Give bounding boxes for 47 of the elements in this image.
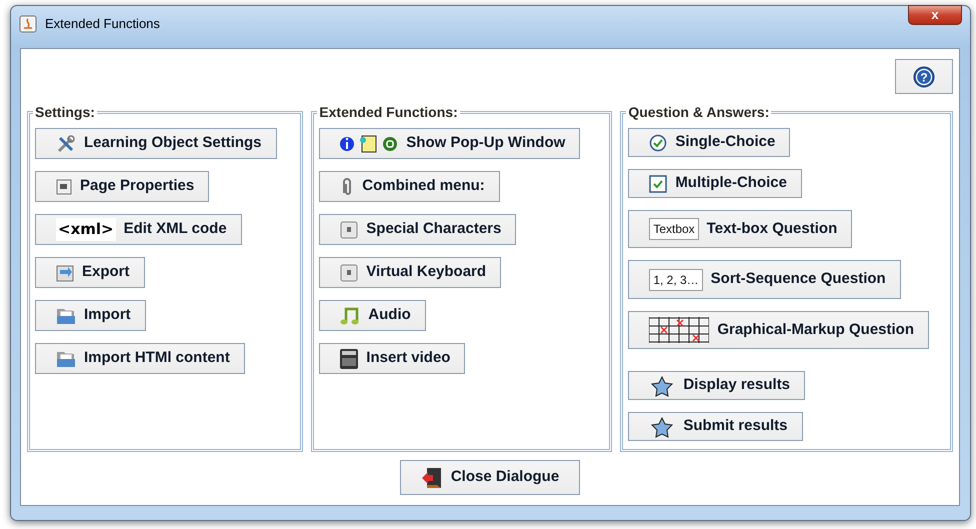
function-button[interactable]: Virtual Keyboard: [319, 257, 502, 288]
group-title: Question & Answers:: [626, 104, 772, 120]
key-icon: [340, 264, 358, 282]
function-button[interactable]: Single-Choice: [628, 128, 790, 158]
page-icon: [56, 178, 72, 194]
function-button[interactable]: Export: [35, 257, 145, 288]
function-button[interactable]: Show Pop-Up Window: [319, 128, 580, 159]
help-icon: ?: [913, 66, 935, 88]
function-button[interactable]: Page Properties: [35, 171, 210, 202]
function-button[interactable]: Import HTMl content: [35, 343, 245, 374]
function-button[interactable]: <xml> Edit XML code: [35, 214, 242, 245]
group-title: Extended Functions:: [317, 104, 460, 120]
textbox-icon: 1, 2, 3…: [649, 268, 703, 291]
exit-door-icon: [420, 466, 443, 488]
window-title: Extended Functions: [45, 15, 160, 34]
star-icon: [649, 416, 676, 438]
tools-icon: [56, 134, 76, 154]
group-title: Settings:: [33, 104, 97, 120]
function-button[interactable]: Textbox Text-box Question: [628, 210, 852, 248]
function-button[interactable]: Display results: [628, 371, 806, 400]
checkbox-icon: [649, 174, 668, 193]
radio-check-icon: [649, 134, 668, 152]
folder-icon: [56, 350, 76, 368]
textbox-icon: Textbox: [649, 218, 699, 240]
app-icon: [19, 15, 37, 33]
close-button[interactable]: x: [908, 5, 962, 25]
function-button[interactable]: Learning Object Settings: [35, 128, 277, 159]
function-button[interactable]: Multiple-Choice: [628, 169, 802, 198]
function-button[interactable]: Insert video: [319, 343, 466, 374]
folder-icon: [56, 306, 76, 324]
grid-icon: [649, 316, 710, 343]
popup-icons: [340, 134, 398, 154]
key-icon: [340, 220, 358, 238]
function-button[interactable]: Combined menu:: [319, 171, 500, 202]
music-icon: [340, 306, 360, 326]
close-dialogue-button[interactable]: Close Dialogue: [400, 460, 580, 495]
function-button[interactable]: Special Characters: [319, 214, 516, 245]
function-button[interactable]: 1, 2, 3… Sort-Sequence Question: [628, 260, 901, 299]
function-button[interactable]: Audio: [319, 300, 426, 331]
star-icon: [649, 374, 676, 397]
help-button[interactable]: ?: [895, 59, 953, 94]
film-icon: [340, 348, 358, 368]
function-button[interactable]: Import: [35, 300, 146, 331]
function-button[interactable]: Graphical-Markup Question: [628, 310, 930, 350]
xml-icon: <xml>: [56, 218, 116, 241]
function-button[interactable]: Submit results: [628, 412, 802, 442]
export-icon: [56, 264, 74, 282]
